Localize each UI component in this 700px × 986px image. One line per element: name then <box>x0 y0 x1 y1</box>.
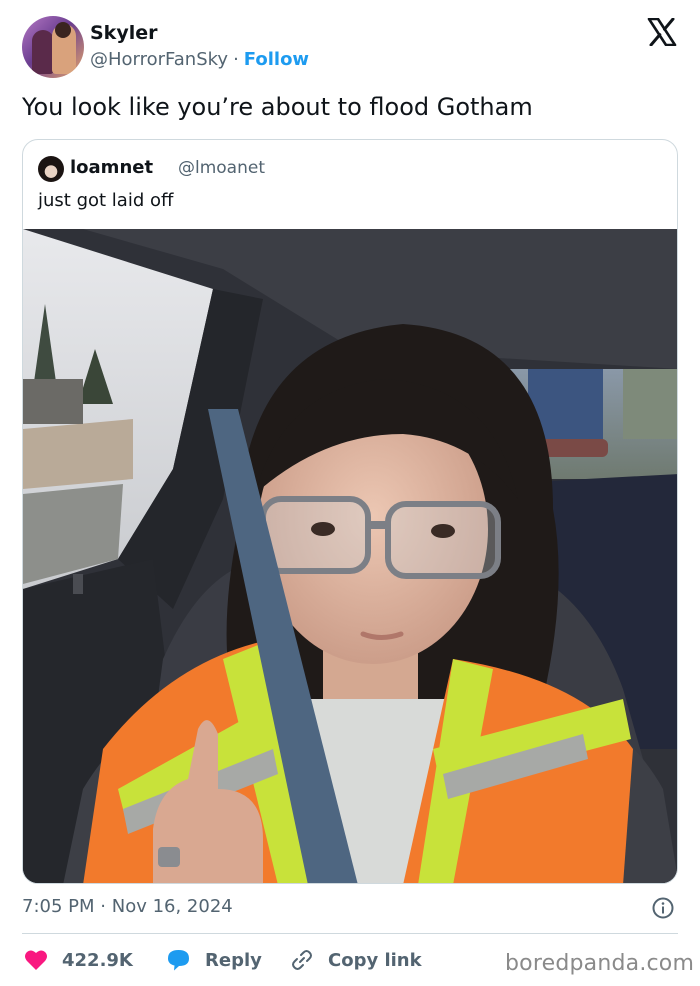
photo-illustration <box>23 229 677 883</box>
speech-bubble-icon <box>168 950 189 971</box>
author-avatar[interactable] <box>22 16 84 78</box>
like-count: 422.9K <box>62 949 133 971</box>
author-handle-row: @HorrorFanSky · Follow <box>90 49 309 70</box>
author-display-name[interactable]: Skyler <box>90 22 157 44</box>
quoted-author-handle: @lmoanet <box>178 158 266 178</box>
copy-link-label: Copy link <box>328 949 422 971</box>
heart-icon <box>25 950 47 970</box>
avatar-figure-head <box>55 22 71 38</box>
quoted-author-name: loamnet <box>70 157 154 178</box>
reply-button[interactable]: Reply <box>166 945 262 975</box>
like-button[interactable]: 422.9K <box>24 945 133 975</box>
follow-button[interactable]: Follow <box>244 49 309 70</box>
timestamp-separator: · <box>100 896 106 917</box>
tweet-date: Nov 16, 2024 <box>111 896 233 917</box>
watermark: boredpanda.com <box>505 951 695 976</box>
avatar-figure-left <box>32 30 54 74</box>
reply-label: Reply <box>205 949 262 971</box>
quoted-author-avatar[interactable] <box>38 156 64 182</box>
x-logo-icon[interactable] <box>647 18 677 46</box>
tweet-time: 7:05 PM <box>22 896 95 917</box>
tweet-text: You look like you’re about to flood Goth… <box>22 93 533 121</box>
link-icon <box>292 950 312 970</box>
author-handle[interactable]: @HorrorFanSky <box>90 49 228 70</box>
quoted-photo[interactable] <box>23 229 677 883</box>
tweet-timestamp[interactable]: 7:05 PM · Nov 16, 2024 <box>22 896 233 917</box>
quoted-tweet-text: just got laid off <box>38 190 174 211</box>
handle-separator: · <box>233 49 239 70</box>
footer-divider <box>22 933 678 934</box>
quoted-tweet[interactable]: loamnet @lmoanet just got laid off <box>22 139 678 884</box>
tweet-embed-card: Skyler @HorrorFanSky · Follow You look lik… <box>0 0 700 986</box>
info-icon[interactable] <box>651 896 675 920</box>
copy-link-button[interactable]: Copy link <box>290 945 422 975</box>
